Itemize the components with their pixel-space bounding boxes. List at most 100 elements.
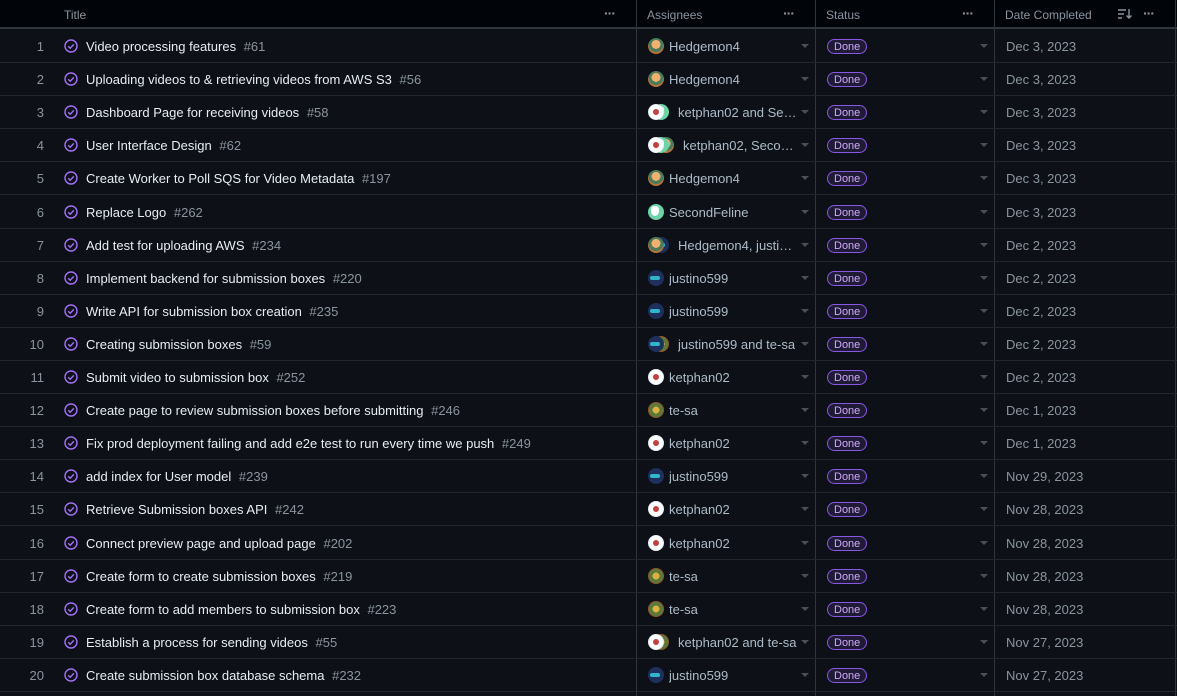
date-completed[interactable]: Dec 2, 2023 <box>1006 295 1076 328</box>
date-completed[interactable]: Dec 2, 2023 <box>1006 328 1076 361</box>
table-row[interactable]: 7 Add test for uploading AWS #234 Hedgemon… <box>0 229 1177 262</box>
issue-title-link[interactable]: Creating submission boxes #59 <box>86 328 271 361</box>
table-row[interactable]: 18 Create form to add members to submissi… <box>0 593 1177 626</box>
assignees-cell[interactable]: ketphan02 <box>648 493 809 526</box>
assignees-cell[interactable]: te-sa <box>648 560 809 593</box>
chevron-down-icon[interactable] <box>801 308 809 313</box>
assignees-cell[interactable]: SecondFeline <box>648 196 809 229</box>
issue-title-link[interactable]: Create page to review submission boxes b… <box>86 394 460 427</box>
chevron-down-icon[interactable] <box>801 209 809 214</box>
table-row[interactable]: 14 add index for User model #239 justino59… <box>0 460 1177 494</box>
date-completed[interactable]: Nov 28, 2023 <box>1006 560 1083 593</box>
chevron-down-icon[interactable] <box>801 573 809 578</box>
table-row[interactable]: 13 Fix prod deployment failing and add e2… <box>0 427 1177 461</box>
table-row[interactable]: 8 Implement backend for submission boxes … <box>0 262 1177 295</box>
issue-title-link[interactable]: Video processing features #61 <box>86 30 265 63</box>
date-completed[interactable]: Nov 27, 2023 <box>1006 659 1083 692</box>
date-completed[interactable]: Dec 3, 2023 <box>1006 63 1076 96</box>
chevron-down-icon[interactable] <box>801 242 809 247</box>
date-completed[interactable]: Dec 2, 2023 <box>1006 229 1076 262</box>
chevron-down-icon[interactable] <box>980 573 988 578</box>
status-badge[interactable]: Done <box>827 39 868 54</box>
issue-title-link[interactable]: Write API for submission box creation #2… <box>86 295 338 328</box>
issue-title-link[interactable]: Create form to add members to submission… <box>86 593 396 626</box>
table-row[interactable]: 5 Create Worker to Poll SQS for Video Met… <box>0 162 1177 196</box>
status-badge[interactable]: Done <box>827 601 868 617</box>
status-badge[interactable]: Done <box>827 105 868 121</box>
more-horizontal-icon[interactable]: ··· <box>783 0 795 27</box>
status-badge[interactable]: Done <box>827 403 868 419</box>
chevron-down-icon[interactable] <box>980 44 988 48</box>
chevron-down-icon[interactable] <box>980 441 988 446</box>
chevron-down-icon[interactable] <box>980 408 988 413</box>
assignees-cell[interactable]: ketphan02, Secon… <box>648 129 809 162</box>
table-row[interactable]: 10 Creating submission boxes #59 justino59… <box>0 328 1177 361</box>
status-badge[interactable]: Done <box>827 336 868 352</box>
chevron-down-icon[interactable] <box>801 540 809 545</box>
date-completed[interactable]: Dec 3, 2023 <box>1006 30 1076 63</box>
table-row[interactable]: 1 Video processing features #61 Hedgemon4 D… <box>0 30 1177 63</box>
chevron-down-icon[interactable] <box>980 375 988 379</box>
assignees-cell[interactable]: justino599 <box>648 460 809 493</box>
table-row[interactable]: 3 Dashboard Page for receiving videos #58… <box>0 96 1177 130</box>
sort-descending-icon[interactable] <box>1117 8 1133 20</box>
chevron-down-icon[interactable] <box>801 507 809 512</box>
chevron-down-icon[interactable] <box>801 341 809 346</box>
date-completed[interactable]: Dec 3, 2023 <box>1006 162 1076 195</box>
date-completed[interactable]: Nov 27, 2023 <box>1006 626 1083 659</box>
chevron-down-icon[interactable] <box>980 341 988 346</box>
table-row[interactable]: 12 Create page to review submission boxes… <box>0 394 1177 428</box>
status-badge[interactable]: Done <box>827 237 868 253</box>
column-header-status[interactable]: Status ··· <box>816 0 994 29</box>
chevron-down-icon[interactable] <box>980 474 988 479</box>
chevron-down-icon[interactable] <box>980 540 988 545</box>
issue-title-link[interactable]: Retrieve Submission boxes API #242 <box>86 493 304 526</box>
status-badge[interactable]: Done <box>827 502 868 518</box>
issue-title-link[interactable]: Submit video to submission box #252 <box>86 361 305 394</box>
date-completed[interactable]: Dec 3, 2023 <box>1006 96 1076 129</box>
assignees-cell[interactable]: ketphan02 and te-sa <box>648 626 809 659</box>
assignees-cell[interactable]: ketphan02 <box>648 527 809 560</box>
issue-title-link[interactable]: Fix prod deployment failing and add e2e … <box>86 427 531 460</box>
table-row[interactable]: 9 Write API for submission box creation #… <box>0 295 1177 328</box>
status-badge[interactable]: Done <box>827 204 868 220</box>
issue-title-link[interactable]: Dashboard Page for receiving videos #58 <box>86 96 329 129</box>
column-header-assignees[interactable]: Assignees ··· <box>637 0 815 29</box>
status-badge[interactable]: Done <box>827 535 868 551</box>
chevron-down-icon[interactable] <box>801 639 809 644</box>
issue-title-link[interactable]: add index for User model #239 <box>86 460 268 493</box>
issue-title-link[interactable]: Add test for uploading AWS #234 <box>86 229 281 262</box>
status-badge[interactable]: Done <box>827 370 868 385</box>
status-badge[interactable]: Done <box>827 667 868 683</box>
assignees-cell[interactable]: justino599 <box>648 295 809 328</box>
column-header-title[interactable]: Title ··· <box>0 0 636 29</box>
status-badge[interactable]: Done <box>827 303 868 319</box>
chevron-down-icon[interactable] <box>801 606 809 611</box>
table-row[interactable]: 19 Establish a process for sending videos… <box>0 626 1177 659</box>
issue-title-link[interactable]: Replace Logo #262 <box>86 196 203 229</box>
issue-title-link[interactable]: Connect preview page and upload page #20… <box>86 527 352 560</box>
assignees-cell[interactable]: Hedgemon4 <box>648 63 809 96</box>
chevron-down-icon[interactable] <box>980 110 988 115</box>
date-completed[interactable]: Nov 28, 2023 <box>1006 593 1083 626</box>
chevron-down-icon[interactable] <box>980 209 988 214</box>
chevron-down-icon[interactable] <box>801 44 809 48</box>
chevron-down-icon[interactable] <box>801 143 809 148</box>
status-badge[interactable]: Done <box>827 138 868 154</box>
status-badge[interactable]: Done <box>827 171 868 187</box>
status-badge[interactable]: Done <box>827 436 868 452</box>
table-row[interactable]: 17 Create form to create submission boxes… <box>0 560 1177 593</box>
more-horizontal-icon[interactable]: ··· <box>1143 0 1155 27</box>
issue-title-link[interactable]: Create form to create submission boxes #… <box>86 560 352 593</box>
status-badge[interactable]: Done <box>827 568 868 584</box>
date-completed[interactable]: Dec 2, 2023 <box>1006 262 1076 295</box>
chevron-down-icon[interactable] <box>980 176 988 181</box>
assignees-cell[interactable]: ketphan02 and Sec… <box>648 96 809 129</box>
assignees-cell[interactable]: ketphan02 <box>648 361 809 394</box>
chevron-down-icon[interactable] <box>980 242 988 247</box>
assignees-cell[interactable]: Hedgemon4 <box>648 162 809 195</box>
date-completed[interactable]: Nov 28, 2023 <box>1006 527 1083 560</box>
date-completed[interactable]: Dec 3, 2023 <box>1006 129 1076 162</box>
table-row[interactable]: 2 Uploading videos to & retrieving videos… <box>0 63 1177 97</box>
status-badge[interactable]: Done <box>827 72 868 88</box>
